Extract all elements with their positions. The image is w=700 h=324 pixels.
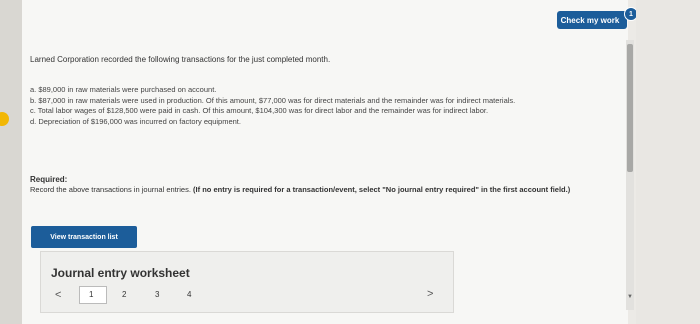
intro-text: Larned Corporation recorded the followin… (30, 55, 331, 64)
page-2-tab[interactable]: 2 (122, 290, 126, 299)
required-text: Record the above transactions in journal… (30, 185, 191, 194)
left-strip (0, 0, 22, 324)
transaction-list: a. $89,000 in raw materials were purchas… (30, 85, 620, 127)
check-my-work-button[interactable]: Check my work (557, 11, 627, 29)
transaction-d: d. Depreciation of $196,000 was incurred… (30, 116, 241, 126)
right-margin (636, 0, 700, 324)
journal-entry-worksheet: Journal entry worksheet < 1 2 3 4 > (40, 251, 454, 313)
check-my-work-label: Check my work (560, 15, 620, 25)
worksheet-title: Journal entry worksheet (51, 266, 190, 280)
required-instructions: Record the above transactions in journal… (30, 185, 620, 195)
page-3-tab[interactable]: 3 (155, 290, 159, 299)
scroll-down-icon[interactable]: ▼ (627, 294, 633, 300)
transaction-c: c. Total labor wages of $128,500 were pa… (30, 106, 489, 115)
next-page-button[interactable]: > (427, 288, 433, 300)
view-transaction-list-button[interactable]: View transaction list (31, 226, 137, 248)
page-1-tab[interactable]: 1 (89, 290, 93, 299)
transaction-b: b. $87,000 in raw materials were used in… (30, 95, 516, 105)
required-heading: Required: (30, 175, 68, 184)
scrollbar-thumb[interactable] (627, 44, 633, 172)
question-indicator-icon (0, 112, 9, 126)
page-4-tab[interactable]: 4 (187, 290, 191, 299)
required-note: (If no entry is required for a transacti… (193, 185, 571, 194)
transaction-a: a. $89,000 in raw materials were purchas… (30, 85, 217, 94)
prev-page-button[interactable]: < (55, 289, 61, 301)
